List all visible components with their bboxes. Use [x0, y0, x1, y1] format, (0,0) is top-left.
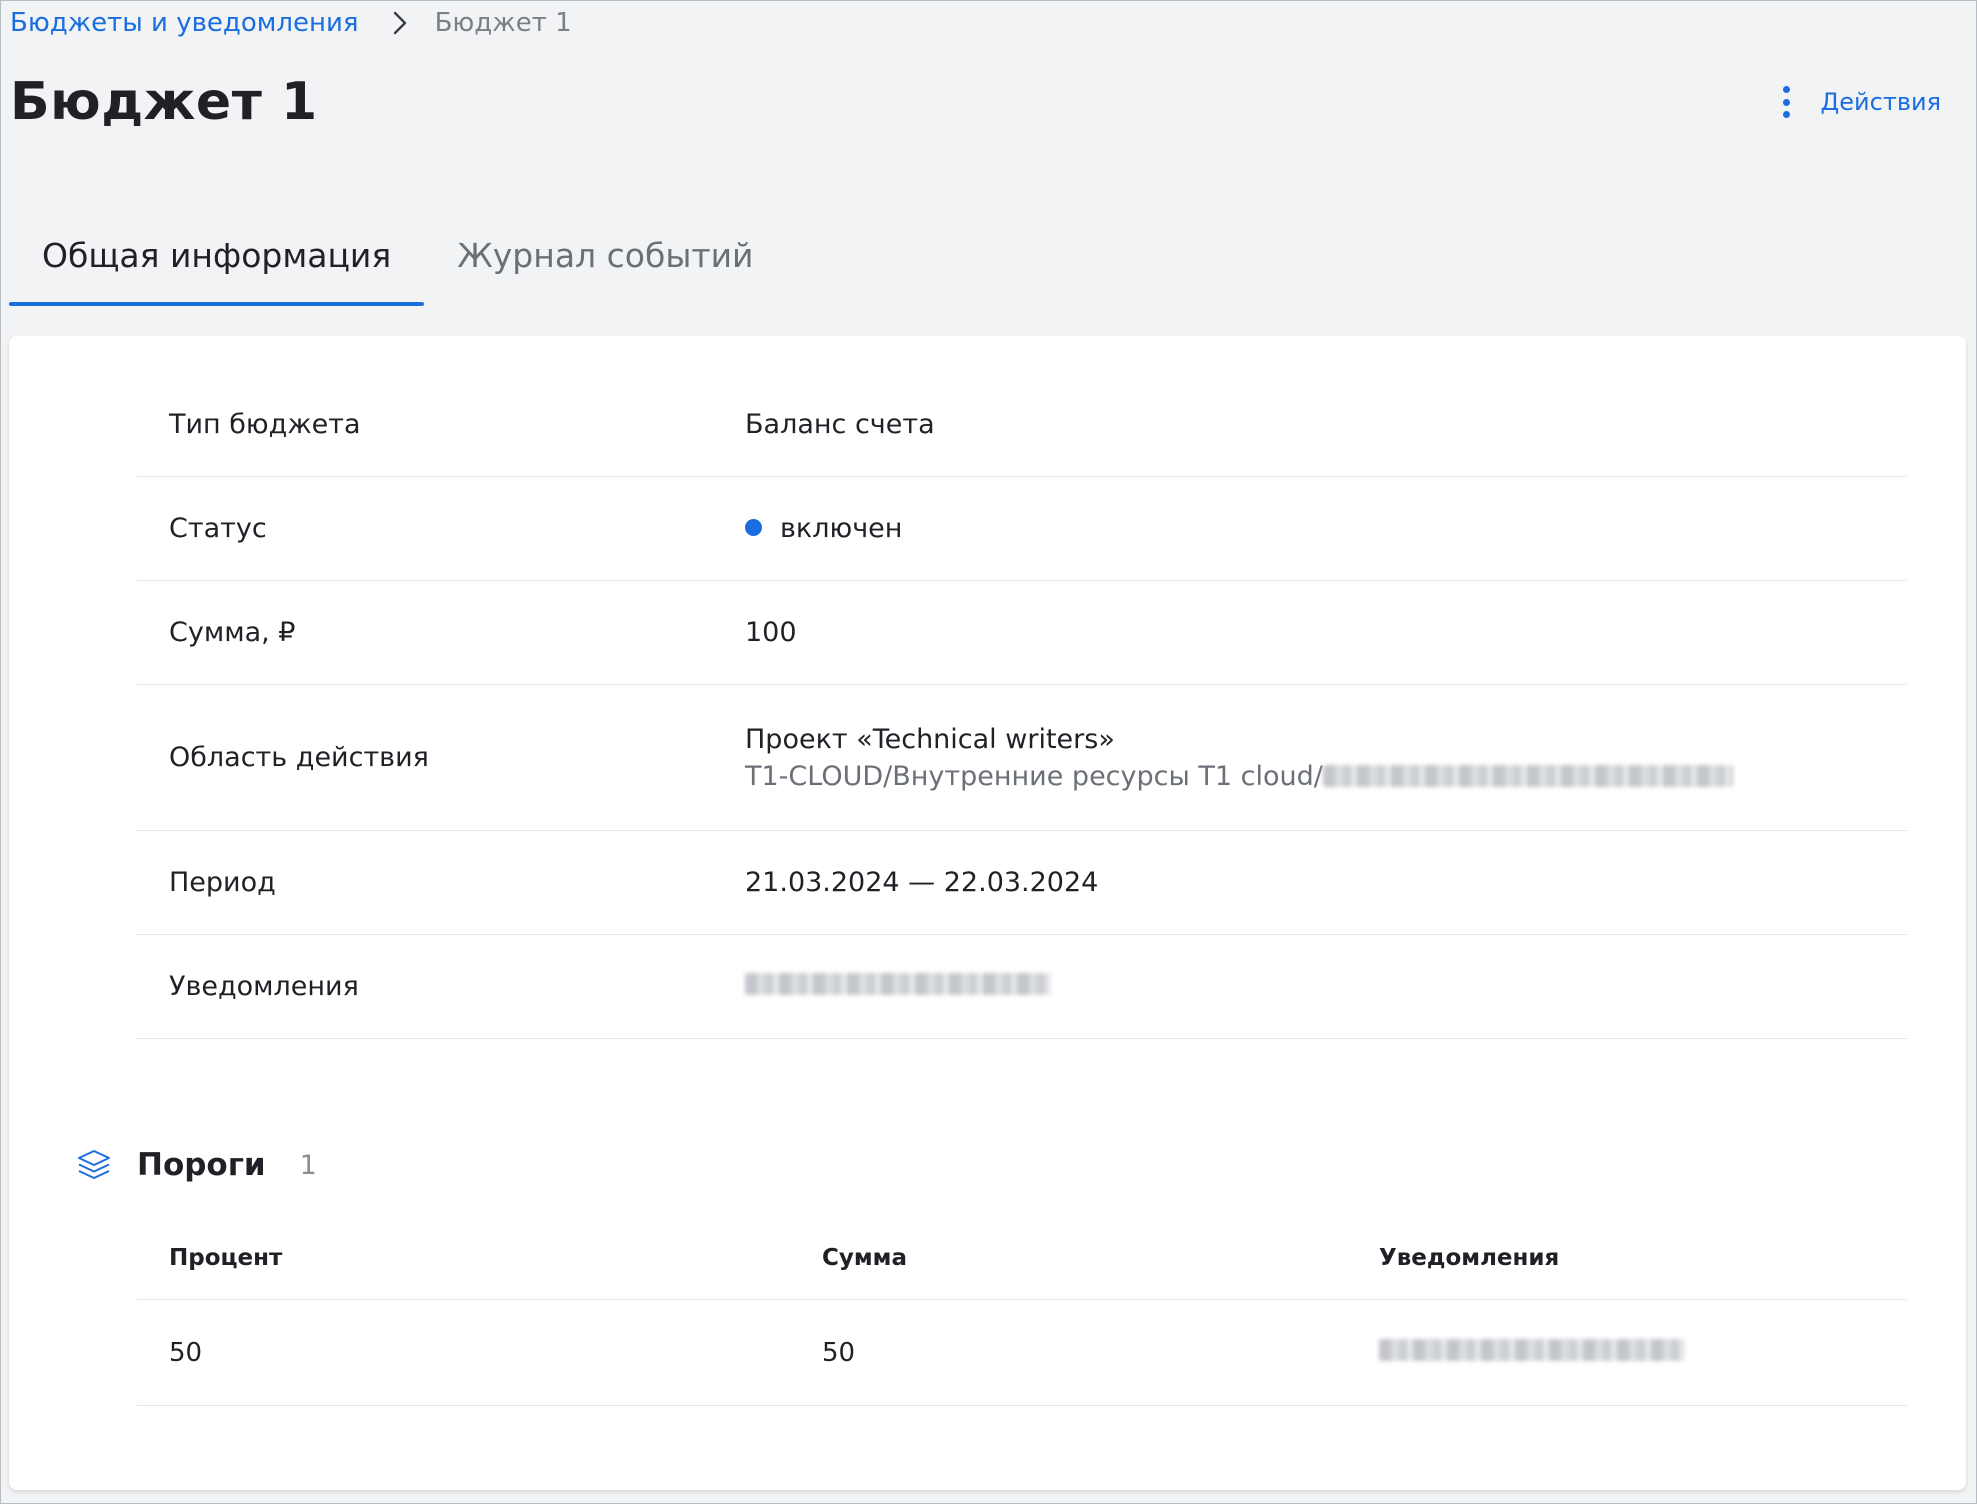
info-row-notifications: Уведомления — [137, 935, 1907, 1039]
redacted-text — [1322, 765, 1733, 787]
thresholds-table: Процент Сумма Уведомления 50 50 — [137, 1216, 1907, 1406]
period-label: Период — [169, 867, 276, 898]
table-header: Процент Сумма Уведомления — [137, 1216, 1907, 1300]
scope-path: T1-CLOUD/Внутренние ресурсы T1 cloud/ — [745, 760, 1323, 792]
budget-details-card: Тип бюджета Баланс счета Статус включен … — [9, 336, 1966, 1490]
column-percent: Процент — [169, 1244, 283, 1271]
breadcrumb-link-budgets[interactable]: Бюджеты и уведомления — [10, 8, 359, 38]
tab-event-log[interactable]: Журнал событий — [424, 224, 786, 306]
scope-value-wrap: Проект «Technical writers» T1-CLOUD/Внут… — [745, 724, 1733, 792]
page-title: Бюджет 1 — [10, 72, 318, 132]
tabs: Общая информация Журнал событий — [9, 224, 787, 306]
status-label: Статус — [169, 513, 267, 544]
thresholds-count: 1 — [299, 1149, 317, 1181]
cell-percent: 50 — [169, 1337, 203, 1368]
budget-type-label: Тип бюджета — [169, 409, 361, 440]
amount-label: Сумма, ₽ — [169, 617, 296, 648]
status-dot — [745, 519, 762, 536]
kebab-menu-icon — [1782, 86, 1791, 118]
budget-info-list: Тип бюджета Баланс счета Статус включен … — [137, 373, 1907, 1039]
status-value-wrap: включен — [745, 513, 902, 544]
tab-general-info[interactable]: Общая информация — [9, 224, 425, 306]
actions-label: Действия — [1820, 88, 1941, 116]
period-value: 21.03.2024 — 22.03.2024 — [745, 867, 1099, 898]
actions-button[interactable]: Действия — [1782, 86, 1941, 118]
scope-project: Проект «Technical writers» — [745, 723, 1115, 755]
info-row-period: Период 21.03.2024 — 22.03.2024 — [137, 831, 1907, 935]
column-amount: Сумма — [822, 1244, 907, 1271]
budget-type-value: Баланс счета — [745, 409, 935, 440]
info-row-status: Статус включен — [137, 477, 1907, 581]
layers-icon — [78, 1150, 110, 1179]
notifications-label: Уведомления — [169, 971, 359, 1002]
notifications-value-redacted — [745, 971, 1051, 1002]
cell-amount: 50 — [822, 1337, 856, 1368]
info-row-budget-type: Тип бюджета Баланс счета — [137, 373, 1907, 477]
breadcrumb: Бюджеты и уведомления Бюджет 1 — [10, 6, 572, 40]
amount-value: 100 — [745, 617, 797, 648]
thresholds-header: Пороги 1 — [75, 1146, 317, 1184]
status-value: включен — [780, 513, 903, 544]
info-row-scope: Область действия Проект «Technical write… — [137, 685, 1907, 831]
scope-label: Область действия — [169, 742, 429, 773]
breadcrumb-current: Бюджет 1 — [434, 8, 572, 38]
scope-path-wrap: T1-CLOUD/Внутренние ресурсы T1 cloud/ — [745, 761, 1733, 792]
column-notifications: Уведомления — [1379, 1244, 1560, 1271]
table-row: 50 50 — [137, 1300, 1907, 1406]
thresholds-title: Пороги — [137, 1147, 266, 1183]
chevron-right-icon — [393, 11, 406, 35]
info-row-amount: Сумма, ₽ 100 — [137, 581, 1907, 685]
cell-notifications-redacted — [1347, 1338, 1685, 1368]
